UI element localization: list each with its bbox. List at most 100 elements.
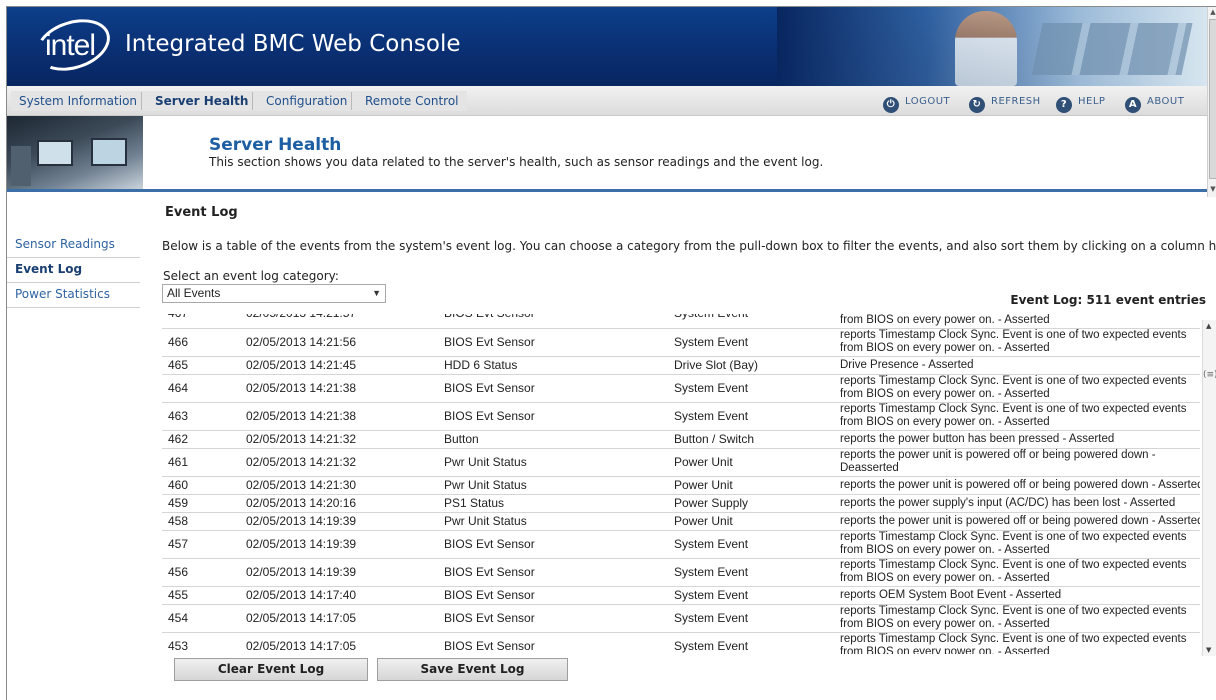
event-count: Event Log: 511 event entries bbox=[1010, 293, 1206, 307]
scroll-down-arrow-icon[interactable]: ▼ bbox=[1209, 185, 1216, 193]
event-type-cell: Power Unit bbox=[668, 476, 834, 495]
event-log-description: Below is a table of the events from the … bbox=[162, 239, 1216, 253]
event-time-cell: 02/05/2013 14:21:30 bbox=[240, 476, 438, 495]
page-title: Event Log bbox=[165, 205, 238, 220]
sidebar-item-power-statistics[interactable]: Power Statistics bbox=[7, 283, 140, 308]
table-row[interactable]: 462 02/05/2013 14:21:32 Button Button / Swi… bbox=[162, 430, 1200, 449]
table-row[interactable]: 46702/05/2013 14:21:57BIOS Evt SensorSys… bbox=[162, 314, 1200, 329]
table-row[interactable]: 465 02/05/2013 14:21:45 HDD 6 Status Drive … bbox=[162, 356, 1200, 375]
event-description-cell: reports the power unit is powered off or… bbox=[834, 512, 1200, 531]
table-scrollbar[interactable]: ▲ (≡) ▼ bbox=[1202, 320, 1216, 656]
event-type-cell: Power Supply bbox=[668, 494, 834, 513]
table-row[interactable]: 454 02/05/2013 14:17:05 BIOS Evt Sensor Sys… bbox=[162, 604, 1200, 633]
event-time-cell: 02/05/2013 14:19:39 bbox=[240, 558, 438, 587]
event-description-cell: reports the power unit is powered off or… bbox=[834, 448, 1200, 477]
event-description-line: from BIOS on every power on. - Asserted bbox=[840, 388, 1050, 400]
table-row[interactable]: 455 02/05/2013 14:17:40 BIOS Evt Sensor Sys… bbox=[162, 586, 1200, 605]
event-sensor-cell: BIOS Evt Sensor bbox=[438, 530, 668, 559]
tab-server-health[interactable]: Server Health bbox=[151, 92, 254, 110]
event-time-cell: 02/05/2013 14:17:40 bbox=[240, 586, 438, 605]
event-description-line: Deasserted bbox=[840, 462, 899, 474]
table-row[interactable]: 458 02/05/2013 14:19:39 Pwr Unit Status Pow… bbox=[162, 512, 1200, 531]
sidebar-item-sensor-readings[interactable]: Sensor Readings bbox=[7, 233, 140, 258]
section-header: Server Health This section shows you dat… bbox=[7, 116, 1207, 192]
event-description-cell: reports Timestamp Clock Sync. Event is o… bbox=[834, 374, 1200, 403]
event-description-cell: reports the power supply's input (AC/DC)… bbox=[834, 494, 1200, 513]
tab-configuration[interactable]: Configuration bbox=[262, 92, 353, 110]
help-button[interactable]: ? HELP bbox=[1056, 93, 1106, 113]
event-sensor-cell: HDD 6 Status bbox=[438, 356, 668, 375]
about-label: ABOUT bbox=[1147, 96, 1185, 107]
tab-system-information[interactable]: System Information bbox=[15, 92, 143, 110]
table-row[interactable]: 459 02/05/2013 14:20:16 PS1 Status Power Su… bbox=[162, 494, 1200, 513]
section-title: Server Health bbox=[209, 135, 342, 155]
page-scroll-thumb[interactable] bbox=[1209, 19, 1216, 179]
scroll-grip-icon[interactable]: (≡) bbox=[1203, 370, 1216, 380]
event-time-cell: 02/05/2013 14:21:56 bbox=[240, 328, 438, 357]
event-time-cell: 02/05/2013 14:20:16 bbox=[240, 494, 438, 513]
scroll-down-arrow-icon[interactable]: ▼ bbox=[1206, 646, 1211, 654]
help-label: HELP bbox=[1078, 96, 1106, 107]
event-description-line: reports Timestamp Clock Sync. Event is o… bbox=[840, 329, 1187, 341]
logout-button[interactable]: ⏻ LOGOUT bbox=[883, 93, 950, 113]
app-title: Integrated BMC Web Console bbox=[125, 31, 461, 57]
table-row[interactable]: 453 02/05/2013 14:17:05 BIOS Evt Sensor Sys… bbox=[162, 632, 1200, 654]
event-type-cell: System Event bbox=[668, 374, 834, 403]
event-description-line: from BIOS on every power on. - Asserted bbox=[840, 544, 1050, 556]
save-event-log-button[interactable]: Save Event Log bbox=[377, 658, 568, 681]
tab-remote-control[interactable]: Remote Control bbox=[361, 92, 463, 110]
table-row[interactable]: 461 02/05/2013 14:21:32 Pwr Unit Status Pow… bbox=[162, 448, 1200, 477]
about-icon: A bbox=[1125, 97, 1141, 113]
event-id-cell: 462 bbox=[162, 430, 240, 449]
event-description-line: reports Timestamp Clock Sync. Event is o… bbox=[840, 559, 1187, 571]
section-photo-person bbox=[11, 146, 31, 186]
sidebar-item-event-log[interactable]: Event Log bbox=[7, 258, 140, 283]
table-row[interactable]: 456 02/05/2013 14:19:39 BIOS Evt Sensor Sys… bbox=[162, 558, 1200, 587]
event-time-cell: 02/05/2013 14:19:39 bbox=[240, 512, 438, 531]
clear-event-log-button[interactable]: Clear Event Log bbox=[174, 658, 368, 681]
event-id-cell: 461 bbox=[162, 448, 240, 477]
table-row[interactable]: 457 02/05/2013 14:19:39 BIOS Evt Sensor Sys… bbox=[162, 530, 1200, 559]
event-type-cell: Power Unit bbox=[668, 448, 834, 477]
table-row[interactable]: 463 02/05/2013 14:21:38 BIOS Evt Sensor Sys… bbox=[162, 402, 1200, 431]
event-type-cell: System Event bbox=[668, 314, 834, 329]
event-description-cell: reports Timestamp Clock Sync. Event is o… bbox=[834, 558, 1200, 587]
event-time-cell: 02/05/2013 14:21:32 bbox=[240, 430, 438, 449]
event-sensor-cell: BIOS Evt Sensor bbox=[438, 604, 668, 633]
page-scrollbar[interactable]: ▲ ▼ bbox=[1207, 7, 1216, 197]
logout-icon: ⏻ bbox=[883, 97, 899, 113]
table-row[interactable]: 464 02/05/2013 14:21:38 BIOS Evt Sensor Sys… bbox=[162, 374, 1200, 403]
header-photo-monitors bbox=[1031, 23, 1193, 75]
category-select[interactable]: All Events ▼ bbox=[162, 284, 386, 303]
event-sensor-cell: BIOS Evt Sensor bbox=[438, 328, 668, 357]
event-description-line: from BIOS on every power on. - Asserted bbox=[840, 314, 1050, 326]
event-description-cell: reports OEM System Boot Event - Asserted bbox=[834, 586, 1200, 605]
event-id-cell: 458 bbox=[162, 512, 240, 531]
section-photo bbox=[7, 116, 143, 189]
event-description-line: from BIOS on every power on. - Asserted bbox=[840, 572, 1050, 584]
about-button[interactable]: A ABOUT bbox=[1125, 93, 1185, 113]
event-description-line: reports Timestamp Clock Sync. Event is o… bbox=[840, 633, 1187, 645]
event-time-cell: 02/05/2013 14:21:38 bbox=[240, 374, 438, 403]
section-photo-monitor bbox=[37, 140, 73, 166]
event-sensor-cell: PS1 Status bbox=[438, 494, 668, 513]
event-description-line: reports the power unit is powered off or… bbox=[840, 449, 1156, 461]
scroll-up-arrow-icon[interactable]: ▲ bbox=[1209, 8, 1216, 16]
event-sensor-cell: BIOS Evt Sensor bbox=[438, 632, 668, 654]
refresh-button[interactable]: ↻ REFRESH bbox=[969, 93, 1041, 113]
event-description-cell: reports Timestamp Clock Sync. Event is o… bbox=[834, 530, 1200, 559]
section-subtitle: This section shows you data related to t… bbox=[209, 155, 824, 169]
event-description-line: Drive Presence - Asserted bbox=[840, 358, 974, 371]
help-icon: ? bbox=[1056, 97, 1072, 113]
event-sensor-cell: Pwr Unit Status bbox=[438, 476, 668, 495]
table-row[interactable]: 466 02/05/2013 14:21:56 BIOS Evt Sensor Sys… bbox=[162, 328, 1200, 357]
table-row[interactable]: 460 02/05/2013 14:21:30 Pwr Unit Status Pow… bbox=[162, 476, 1200, 495]
browser-frame: intel Integrated BMC Web Console System … bbox=[6, 6, 1216, 700]
event-table-container[interactable]: 46702/05/2013 14:21:57BIOS Evt SensorSys… bbox=[162, 314, 1216, 654]
event-type-cell: System Event bbox=[668, 402, 834, 431]
event-sensor-cell: Button bbox=[438, 430, 668, 449]
event-sensor-cell: BIOS Evt Sensor bbox=[438, 314, 668, 329]
event-description-cell: reports Timestamp Clock Sync. Event is o… bbox=[834, 632, 1200, 654]
scroll-up-arrow-icon[interactable]: ▲ bbox=[1206, 322, 1211, 330]
event-id-cell: 463 bbox=[162, 402, 240, 431]
